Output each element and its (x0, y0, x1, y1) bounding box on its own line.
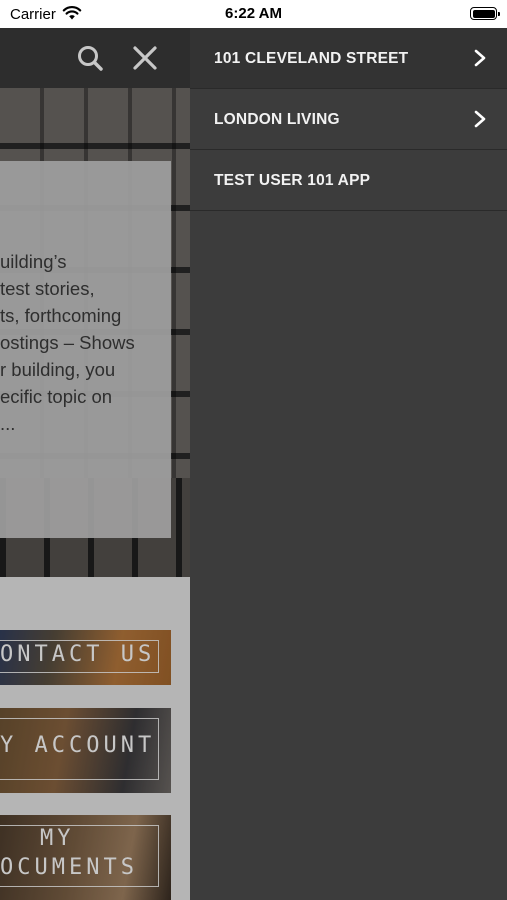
chevron-right-icon (474, 110, 486, 128)
menu-item-101-cleveland-street[interactable]: 101 CLEVELAND STREET (190, 28, 507, 89)
battery-icon (470, 7, 500, 20)
menu-item-label: LONDON LIVING (214, 111, 340, 128)
status-time: 6:22 AM (225, 5, 282, 22)
side-menu: 101 CLEVELAND STREET LONDON LIVING TEST … (190, 28, 507, 900)
menu-item-label: TEST USER 101 APP (214, 172, 371, 189)
status-bar: Carrier 6:22 AM (0, 0, 507, 28)
menu-backdrop[interactable] (0, 28, 190, 900)
menu-item-label: 101 CLEVELAND STREET (214, 50, 409, 67)
menu-item-test-user-101-app[interactable]: TEST USER 101 APP (190, 150, 507, 211)
chevron-right-icon (474, 49, 486, 67)
menu-item-london-living[interactable]: LONDON LIVING (190, 89, 507, 150)
